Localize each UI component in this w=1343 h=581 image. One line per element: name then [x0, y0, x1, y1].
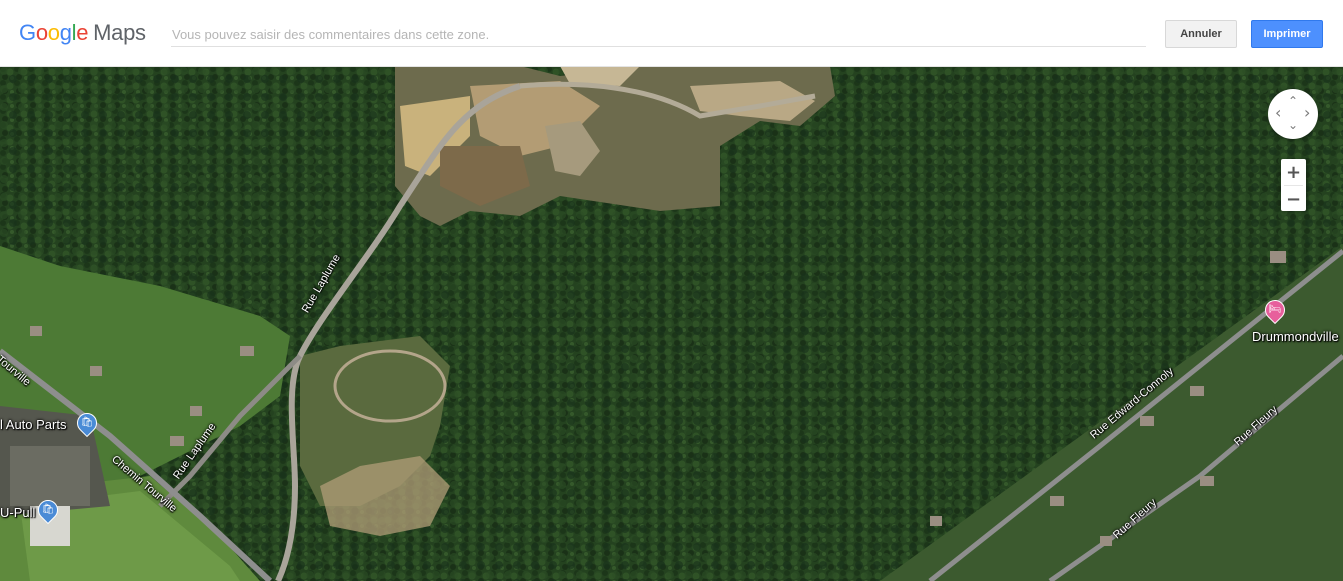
zoom-out-button[interactable]: − [1281, 186, 1306, 212]
comment-input[interactable] [171, 22, 1146, 47]
place-label-u-pull[interactable]: U-Pull [0, 505, 35, 520]
satellite-map[interactable]: Rue Laplume Rue Laplume Chemin Tourville… [0, 66, 1343, 581]
print-button[interactable]: Imprimer [1251, 20, 1323, 48]
place-label-auto-parts[interactable]: l Auto Parts [0, 417, 66, 432]
logo-letter-g2: g [59, 20, 72, 45]
google-maps-logo: Google Maps [19, 20, 146, 46]
pan-right-icon[interactable]: › [1304, 105, 1310, 121]
logo-letter-o2: o [47, 20, 60, 45]
shopping-bag-icon: 🛍 [41, 504, 55, 515]
pan-up-icon[interactable]: ⌃ [1288, 95, 1298, 107]
logo-letter-o1: o [35, 20, 48, 45]
pan-left-icon[interactable]: ‹ [1275, 105, 1281, 121]
place-label-drummondville[interactable]: Drummondville [1252, 329, 1339, 344]
pan-down-icon[interactable]: ⌄ [1288, 119, 1298, 131]
logo-letter-e: e [76, 20, 89, 45]
print-header: GoogleMaps Annuler Imprimer [0, 0, 1343, 67]
bed-icon: 🛏 [1268, 304, 1282, 315]
cancel-button[interactable]: Annuler [1165, 20, 1237, 48]
zoom-in-button[interactable]: + [1281, 159, 1306, 185]
pan-control[interactable]: ⌃ ⌄ ‹ › [1268, 89, 1318, 139]
zoom-control: + − [1281, 159, 1306, 211]
logo-letter-g1: G [19, 20, 36, 45]
shopping-bag-icon: 🛍 [80, 417, 94, 428]
logo-product-name: Maps [93, 20, 146, 45]
